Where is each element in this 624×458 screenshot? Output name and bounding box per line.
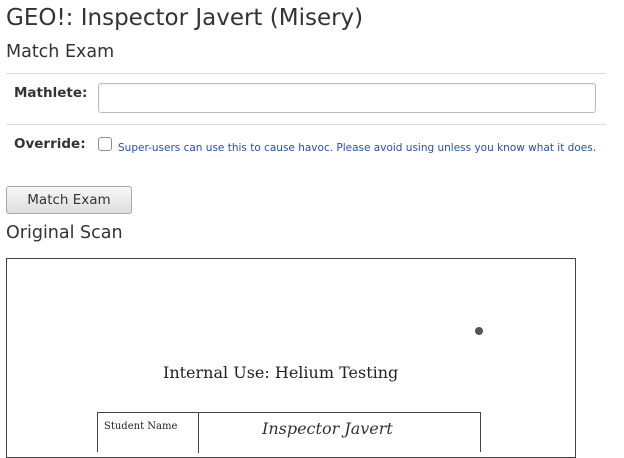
divider — [6, 73, 606, 74]
mathlete-label: Mathlete: — [14, 85, 88, 101]
divider — [6, 124, 606, 125]
override-help-text: Super-users can use this to cause havoc.… — [118, 142, 597, 154]
override-checkbox[interactable] — [98, 137, 112, 151]
mathlete-input[interactable] — [98, 83, 596, 113]
student-name-handwriting: Inspector Javert — [262, 419, 393, 438]
page-title: GEO!: Inspector Javert (Misery) — [6, 5, 364, 31]
student-name-label: Student Name — [104, 421, 178, 432]
scan-image: Internal Use: Helium Testing Student Nam… — [6, 258, 576, 458]
match-exam-button[interactable]: Match Exam — [6, 186, 132, 214]
original-scan-heading: Original Scan — [6, 223, 123, 243]
registration-dot — [475, 327, 483, 335]
match-exam-heading: Match Exam — [6, 42, 115, 62]
override-label: Override: — [14, 136, 86, 152]
table-divider — [198, 413, 199, 453]
scan-name-table: Student Name Inspector Javert — [97, 412, 481, 453]
scan-title: Internal Use: Helium Testing — [163, 363, 399, 382]
